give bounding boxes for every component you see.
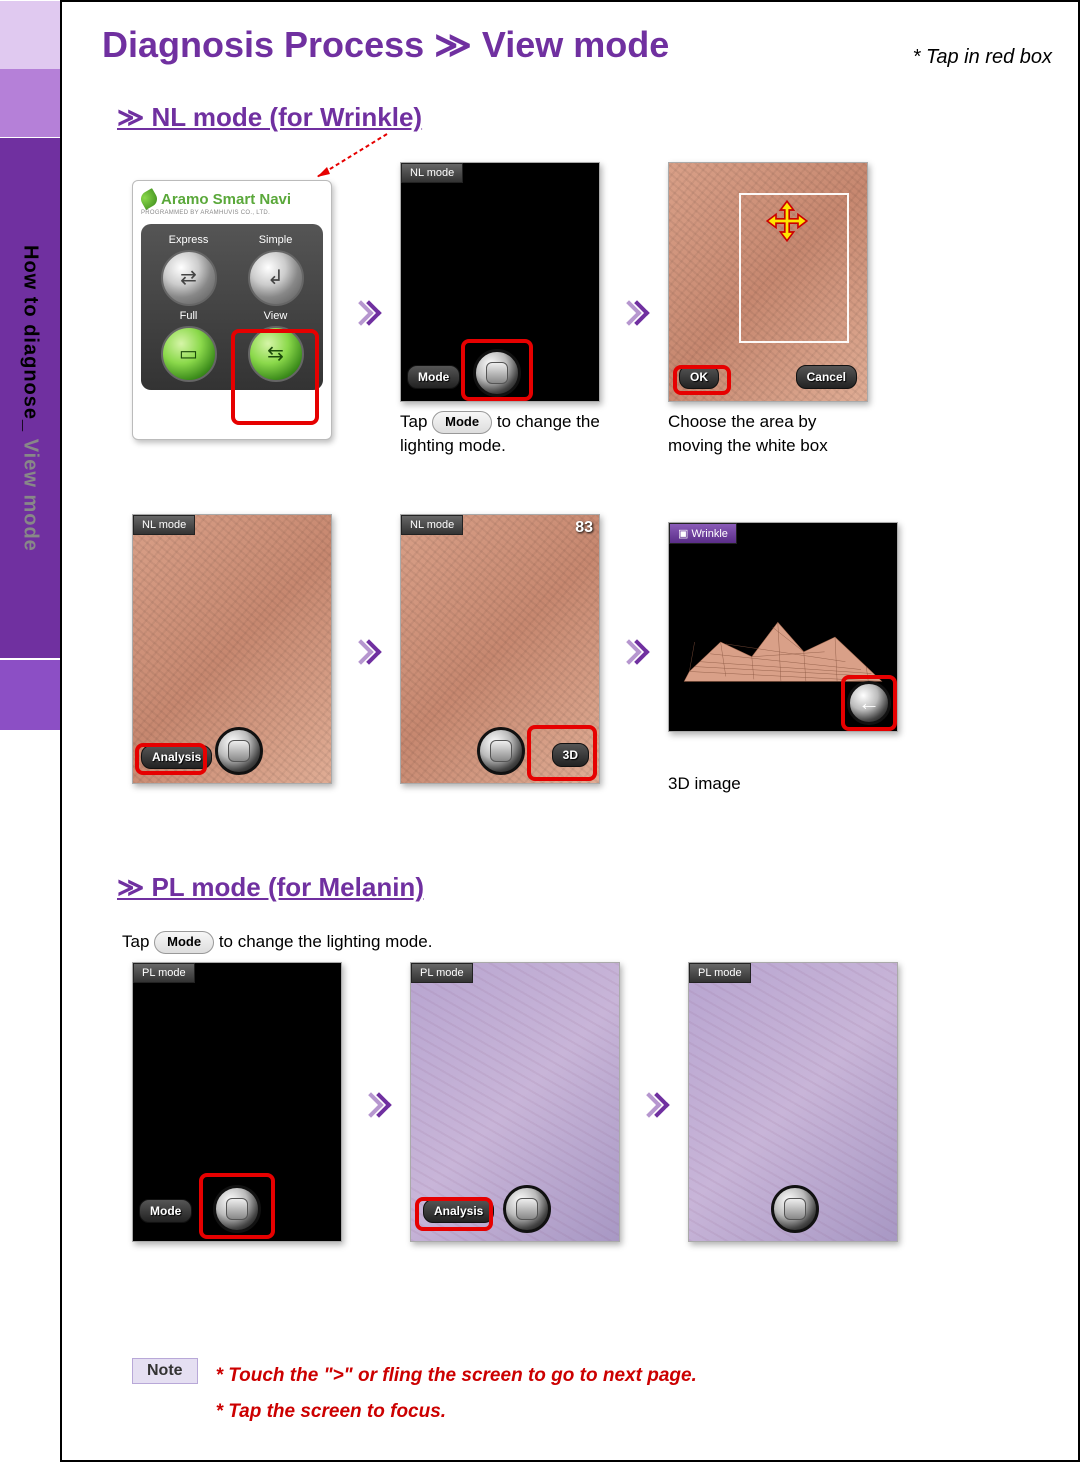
title-prefix: Diagnosis Process xyxy=(102,24,424,65)
nl-row1: Aramo Smart Navi PROGRAMMED BY ARAMHUVIS… xyxy=(132,162,868,458)
device-brand: Aramo Smart Navi xyxy=(161,191,291,208)
tap-hint: * Tap in red box xyxy=(913,46,1052,69)
nl-step4-thumb[interactable]: NL mode Analysis xyxy=(132,514,332,784)
chevron-right-icon xyxy=(620,635,648,663)
nl-step5-thumb[interactable]: NL mode 83 3D xyxy=(400,514,600,784)
nl-step5-badge: NL mode xyxy=(401,515,463,535)
side-tab-label-em: View mode xyxy=(20,438,42,551)
side-tab-label-prefix: How to diagnose_ xyxy=(20,245,42,439)
mode-chip[interactable]: Mode xyxy=(154,931,214,953)
shutter-button[interactable] xyxy=(215,727,263,775)
dev-label-view: View xyxy=(234,310,317,322)
shutter-button[interactable] xyxy=(213,1185,261,1233)
side-tab-1[interactable] xyxy=(0,1,60,69)
shutter-button[interactable] xyxy=(477,727,525,775)
device-pad: Express ⇄ Simple ↲ Full ▭ View ⇆ xyxy=(141,224,323,390)
page: Diagnosis Process ≫ View mode * Tap in r… xyxy=(60,0,1080,1462)
nl-step4-badge: NL mode xyxy=(133,515,195,535)
dev-label-simple: Simple xyxy=(234,234,317,246)
dev-label-full: Full xyxy=(147,310,230,322)
nl-step6-thumb[interactable]: ▣ Wrinkle ← xyxy=(668,522,898,732)
shutter-button[interactable] xyxy=(503,1185,551,1233)
nl-step5-score: 83 xyxy=(575,519,593,537)
pl-heading-wrap: ≫ PL mode (for Melanin) xyxy=(117,872,424,903)
side-tab-active[interactable]: How to diagnose_ View mode xyxy=(0,138,60,658)
back-button[interactable]: ← xyxy=(847,681,891,725)
red-dotted-arrow-icon xyxy=(302,132,392,182)
pl-step3-badge: PL mode xyxy=(689,963,751,983)
title-suffix: View mode xyxy=(482,24,669,65)
nl-step3-caption: Choose the area by moving the white box xyxy=(668,410,868,458)
pl-row: PL mode Mode PL mode Analysis PL mode xyxy=(132,962,898,1242)
shutter-button[interactable] xyxy=(473,349,521,397)
pl-heading: ≫ PL mode (for Melanin) xyxy=(117,872,424,903)
nl-heading-wrap: ≫ NL mode (for Wrinkle) xyxy=(117,102,422,133)
note-line1: * Touch the ">" or fling the screen to g… xyxy=(216,1358,697,1394)
side-tab-4[interactable] xyxy=(0,660,60,730)
wrinkle-badge: ▣ Wrinkle xyxy=(669,523,737,544)
pl-intro: Tap Mode to change the lighting mode. xyxy=(122,922,432,954)
chevron-right-icon xyxy=(640,1088,668,1116)
full-button[interactable]: ▭ xyxy=(161,326,217,382)
mode-pill[interactable]: Mode xyxy=(407,365,460,389)
simple-button[interactable]: ↲ xyxy=(248,250,304,306)
express-button[interactable]: ⇄ xyxy=(161,250,217,306)
nl-step2-thumb[interactable]: NL mode Mode xyxy=(400,162,600,402)
side-tabs: How to diagnose_ View mode xyxy=(0,0,62,1464)
device-screenshot: Aramo Smart Navi PROGRAMMED BY ARAMHUVIS… xyxy=(132,180,332,440)
nl-step2-caption: Tap Mode to change the lighting mode. xyxy=(400,410,600,458)
pl-step1-badge: PL mode xyxy=(133,963,195,983)
note-lines: * Touch the ">" or fling the screen to g… xyxy=(216,1358,697,1430)
pl-step1-thumb[interactable]: PL mode Mode xyxy=(132,962,342,1242)
page-header: Diagnosis Process ≫ View mode * Tap in r… xyxy=(102,24,1062,66)
mode-pill[interactable]: Mode xyxy=(139,1199,192,1223)
ok-button[interactable]: OK xyxy=(679,365,719,389)
side-tab-2[interactable] xyxy=(0,69,60,137)
pl-step3-thumb[interactable]: PL mode xyxy=(688,962,898,1242)
analysis-button[interactable]: Analysis xyxy=(141,745,212,769)
title-sep: ≫ xyxy=(434,25,472,65)
leaf-icon xyxy=(138,188,160,210)
view-button[interactable]: ⇆ xyxy=(248,326,304,382)
note-row: Note * Touch the ">" or fling the screen… xyxy=(132,1358,697,1430)
move-cursor-icon xyxy=(765,199,809,243)
chevron-right-icon xyxy=(620,296,648,324)
threeD-button[interactable]: 3D xyxy=(552,743,589,767)
nl-row2: NL mode Analysis NL mode 83 3D ▣ Wrinkle xyxy=(132,502,898,796)
device-logo: Aramo Smart Navi xyxy=(141,191,323,208)
chevron-right-icon xyxy=(362,1088,390,1116)
nl-step6-caption: 3D image xyxy=(668,772,898,796)
cancel-button[interactable]: Cancel xyxy=(796,365,857,389)
device-subtitle: PROGRAMMED BY ARAMHUVIS CO., LTD. xyxy=(141,210,323,216)
shutter-button[interactable] xyxy=(771,1185,819,1233)
pl-step2-thumb[interactable]: PL mode Analysis xyxy=(410,962,620,1242)
chevron-right-icon xyxy=(352,296,380,324)
dev-label-express: Express xyxy=(147,234,230,246)
wrinkle-3d-mesh xyxy=(679,583,887,701)
analysis-button[interactable]: Analysis xyxy=(423,1199,494,1223)
nl-step3-thumb[interactable]: OK Cancel xyxy=(668,162,868,402)
chevron-right-icon xyxy=(352,635,380,663)
nl-heading: ≫ NL mode (for Wrinkle) xyxy=(117,102,422,133)
pl-step2-badge: PL mode xyxy=(411,963,473,983)
nl-step2-badge: NL mode xyxy=(401,163,463,183)
note-chip: Note xyxy=(132,1358,198,1384)
mode-chip[interactable]: Mode xyxy=(432,411,492,433)
note-line2: * Tap the screen to focus. xyxy=(216,1394,697,1430)
